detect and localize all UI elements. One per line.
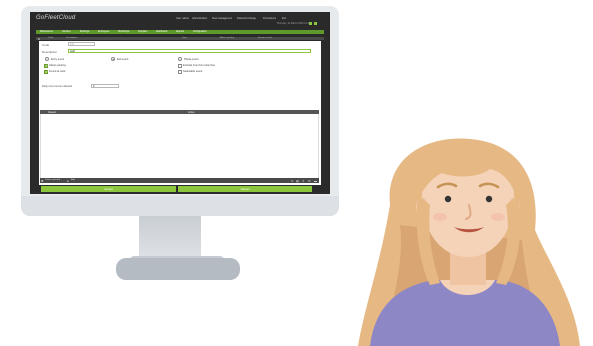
selectable-event-label: Selectable event	[183, 70, 203, 74]
right-cheek	[491, 213, 505, 221]
event-edit-dialog: Code 4-5 Description asdf Entry event Ex…	[39, 41, 321, 185]
topbar-exit[interactable]: Exit	[282, 17, 286, 20]
allows-parking-checkbox[interactable]	[44, 64, 48, 68]
column-allows-parking[interactable]: Allows parking	[220, 37, 234, 39]
tools-icon[interactable]: ✎	[291, 179, 294, 183]
code-label: Code	[42, 43, 50, 47]
left-eye	[444, 195, 452, 203]
monitor-chin	[21, 196, 339, 216]
column-type[interactable]: Type	[182, 37, 187, 39]
topbar-password-change[interactable]: Password change	[237, 17, 256, 20]
menu-dashboard[interactable]: Dashboard	[156, 31, 167, 33]
menu-maintenance[interactable]: Maintenance	[40, 31, 53, 33]
allows-parking-label: Allows parking	[49, 64, 66, 68]
description-label: Description	[42, 50, 58, 54]
topbar-administration[interactable]: Administration	[192, 17, 207, 20]
monitor-base	[116, 258, 240, 280]
column-description[interactable]: Description	[66, 37, 77, 39]
topbar-user[interactable]: User: admin	[176, 17, 189, 20]
menu-reports[interactable]: Reports	[176, 31, 184, 33]
right-eye	[485, 195, 493, 203]
reasons-grid-footer: ✖ Delete selected ● Add ✎ ▤ ⇪ ✉ ▬	[40, 178, 319, 183]
daily-occurrences-field[interactable]: 0	[91, 84, 119, 88]
left-cheek	[433, 213, 447, 221]
menu-suppliers[interactable]: Suppliers	[138, 31, 148, 33]
select-all-icon[interactable]	[38, 37, 40, 40]
column-code[interactable]: Code	[48, 37, 53, 39]
header-settings-icon[interactable]	[314, 22, 317, 25]
delete-icon[interactable]: ✖	[41, 179, 44, 183]
add-button[interactable]: Add	[71, 179, 75, 181]
monitor-screen: GoFleetCloud User: admin Administration …	[30, 12, 330, 194]
topbar-permissions[interactable]: Permissions	[263, 17, 276, 20]
print-icon[interactable]: ▤	[296, 179, 299, 183]
description-field[interactable]: asdf	[68, 49, 311, 53]
found-at-work-label: Found at work	[49, 70, 66, 74]
found-at-work-checkbox[interactable]	[44, 70, 48, 74]
email-icon[interactable]: ✉	[308, 179, 311, 183]
cancel-button[interactable]: Cancel	[178, 186, 312, 192]
topbar-fleet-management[interactable]: Fleet management	[212, 17, 232, 20]
radio-exit-event[interactable]	[111, 57, 115, 61]
menu-vehicles[interactable]: Vehicles	[62, 31, 71, 33]
exclude-time-checkbox[interactable]	[178, 64, 182, 68]
main-menu: Maintenance Vehicles Bookings Employees …	[36, 30, 324, 34]
radio-entry-event[interactable]	[45, 57, 49, 61]
woman-illustration	[358, 138, 580, 346]
reasons-grid-body	[40, 114, 319, 178]
add-icon[interactable]: ●	[67, 179, 69, 183]
delete-selected-button[interactable]: Delete selected	[45, 179, 60, 181]
header-date: Thursday, 12 March 2020 11:42	[276, 22, 310, 25]
app-logo: GoFleetCloud	[36, 15, 76, 21]
radio-exit-event-label: Exit event	[117, 57, 129, 61]
selectable-event-checkbox[interactable]	[178, 70, 182, 74]
accept-button[interactable]: Accept	[41, 186, 176, 192]
export-icon[interactable]: ⇪	[302, 179, 305, 183]
radio-entry-event-label: Entry event	[51, 57, 65, 61]
close-icon[interactable]: ▬	[314, 179, 317, 183]
code-field[interactable]: 4-5	[68, 42, 95, 46]
menu-bookings[interactable]: Bookings	[80, 31, 89, 33]
column-found-at-work[interactable]: Found at work	[258, 37, 272, 39]
list-column-header: Code Description Type Allows parking Fou…	[36, 37, 324, 40]
daily-occurrences-label: Daily occurrences allowed	[42, 85, 73, 88]
header-refresh-icon[interactable]	[309, 22, 312, 25]
radio-phase-event[interactable]	[178, 57, 182, 61]
monitor-neck	[139, 216, 201, 260]
menu-workshops[interactable]: Workshops	[118, 31, 129, 33]
menu-employees[interactable]: Employees	[98, 31, 109, 33]
exclude-time-label: Exclude time from total time	[183, 64, 216, 68]
menu-configuration[interactable]: Configuration	[193, 31, 207, 33]
radio-phase-event-label: Phase event	[184, 57, 199, 61]
